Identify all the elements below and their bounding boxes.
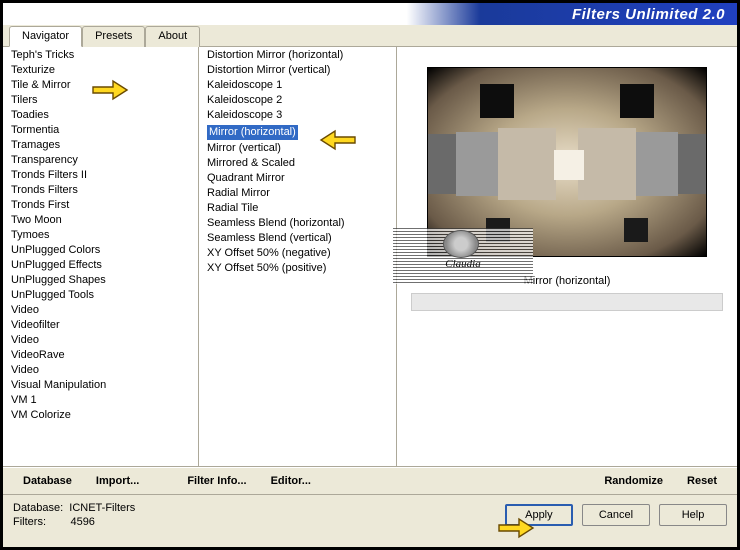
filter-item[interactable]: Quadrant Mirror bbox=[199, 170, 396, 185]
category-item[interactable]: Tramages bbox=[3, 137, 198, 152]
title-bar: Filters Unlimited 2.0 bbox=[3, 3, 737, 25]
category-item[interactable]: Transparency bbox=[3, 152, 198, 167]
help-button[interactable]: Help bbox=[659, 504, 727, 526]
app-title: Filters Unlimited 2.0 bbox=[572, 6, 725, 23]
category-item[interactable]: UnPlugged Effects bbox=[3, 257, 198, 272]
preview-image bbox=[427, 67, 707, 257]
filter-item[interactable]: Mirrored & Scaled bbox=[199, 155, 396, 170]
category-item[interactable]: Tymoes bbox=[3, 227, 198, 242]
filter-item[interactable]: Kaleidoscope 2 bbox=[199, 92, 396, 107]
editor-button[interactable]: Editor... bbox=[259, 471, 323, 491]
tab-about[interactable]: About bbox=[145, 26, 200, 47]
category-item[interactable]: Tronds Filters II bbox=[3, 167, 198, 182]
filter-item[interactable]: Distortion Mirror (horizontal) bbox=[199, 47, 396, 62]
tab-navigator[interactable]: Navigator bbox=[9, 26, 82, 47]
category-item[interactable]: Tile & Mirror bbox=[3, 77, 198, 92]
category-item[interactable]: UnPlugged Tools bbox=[3, 287, 198, 302]
cancel-button[interactable]: Cancel bbox=[582, 504, 650, 526]
category-item[interactable]: Teph's Tricks bbox=[3, 47, 198, 62]
category-item[interactable]: Tronds Filters bbox=[3, 182, 198, 197]
apply-button[interactable]: Apply bbox=[505, 504, 573, 526]
category-item[interactable]: VM 1 bbox=[3, 392, 198, 407]
category-item[interactable]: VM Colorize bbox=[3, 407, 198, 422]
action-buttons: Apply Cancel Help bbox=[499, 504, 727, 526]
status-info: Database: ICNET-Filters Filters: 4596 bbox=[13, 501, 135, 529]
filter-item[interactable]: Radial Mirror bbox=[199, 185, 396, 200]
category-item[interactable]: Two Moon bbox=[3, 212, 198, 227]
status-bar: Database: ICNET-Filters Filters: 4596 Ap… bbox=[3, 495, 737, 535]
toolbar: Database Import... Filter Info... Editor… bbox=[3, 467, 737, 495]
category-item[interactable]: Tronds First bbox=[3, 197, 198, 212]
slider-area bbox=[405, 293, 729, 311]
preview-panel: Mirror (horizontal) bbox=[397, 47, 737, 466]
tab-strip: Navigator Presets About bbox=[3, 25, 737, 47]
filter-item[interactable]: Kaleidoscope 3 bbox=[199, 107, 396, 122]
database-button[interactable]: Database bbox=[11, 471, 84, 491]
tab-presets[interactable]: Presets bbox=[82, 26, 145, 47]
category-item[interactable]: Tilers bbox=[3, 92, 198, 107]
category-item[interactable]: Texturize bbox=[3, 62, 198, 77]
app-window: Filters Unlimited 2.0 Navigator Presets … bbox=[2, 2, 738, 548]
filter-list[interactable]: Distortion Mirror (horizontal)Distortion… bbox=[199, 47, 397, 466]
filter-item[interactable]: Mirror (vertical) bbox=[199, 140, 396, 155]
randomize-button[interactable]: Randomize bbox=[592, 471, 675, 491]
import-button[interactable]: Import... bbox=[84, 471, 151, 491]
category-item[interactable]: UnPlugged Shapes bbox=[3, 272, 198, 287]
category-item[interactable]: Visual Manipulation bbox=[3, 377, 198, 392]
filter-item[interactable]: Seamless Blend (vertical) bbox=[199, 230, 396, 245]
filter-item[interactable]: XY Offset 50% (negative) bbox=[199, 245, 396, 260]
category-item[interactable]: Video bbox=[3, 332, 198, 347]
filter-info-button[interactable]: Filter Info... bbox=[175, 471, 258, 491]
reset-button[interactable]: Reset bbox=[675, 471, 729, 491]
filter-item[interactable]: Kaleidoscope 1 bbox=[199, 77, 396, 92]
filter-item[interactable]: Radial Tile bbox=[199, 200, 396, 215]
category-item[interactable]: Videofilter bbox=[3, 317, 198, 332]
category-item[interactable]: Video bbox=[3, 362, 198, 377]
param-slider[interactable] bbox=[411, 293, 723, 311]
category-item[interactable]: VideoRave bbox=[3, 347, 198, 362]
category-item[interactable]: Tormentia bbox=[3, 122, 198, 137]
category-item[interactable]: UnPlugged Colors bbox=[3, 242, 198, 257]
filter-item[interactable]: Mirror (horizontal) bbox=[207, 125, 298, 140]
current-filter-label: Mirror (horizontal) bbox=[405, 275, 729, 287]
main-area: Teph's TricksTexturizeTile & MirrorTiler… bbox=[3, 47, 737, 467]
filter-item[interactable]: Distortion Mirror (vertical) bbox=[199, 62, 396, 77]
category-item[interactable]: Video bbox=[3, 302, 198, 317]
category-list[interactable]: Teph's TricksTexturizeTile & MirrorTiler… bbox=[3, 47, 199, 466]
category-item[interactable]: Toadies bbox=[3, 107, 198, 122]
filter-item[interactable]: Seamless Blend (horizontal) bbox=[199, 215, 396, 230]
filter-item[interactable]: XY Offset 50% (positive) bbox=[199, 260, 396, 275]
